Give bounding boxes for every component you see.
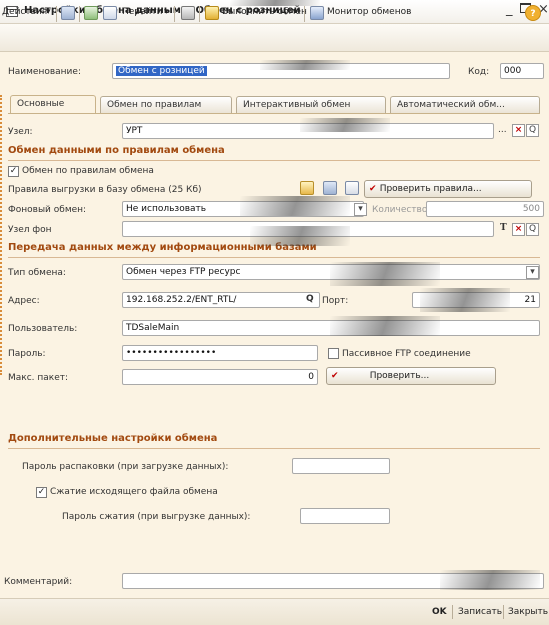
ok-button[interactable]: OK (432, 607, 447, 617)
tab-interactive-exchange[interactable]: Интерактивный обмен (236, 96, 386, 113)
actions-dropdown-icon[interactable]: ▾ (46, 7, 51, 17)
code-label: Код: (468, 67, 490, 77)
exchange-monitor-button[interactable]: Монитор обменов (327, 7, 411, 17)
count-field[interactable]: 500 (426, 201, 544, 217)
bg-node-open-icon[interactable]: Q (526, 223, 539, 236)
close-button[interactable]: Закрыть (508, 607, 548, 617)
footer-separator (503, 605, 504, 619)
execute-exchange-button[interactable]: Выполнить обмен (222, 7, 307, 17)
toolbar-separator (79, 6, 80, 22)
compress-checkbox-label: Сжатие исходящего файла обмена (50, 487, 218, 497)
rules-checkbox-label: Обмен по правилам обмена (22, 166, 154, 176)
password-label: Пароль: (8, 349, 46, 359)
artifact (330, 262, 440, 286)
document-icon[interactable] (103, 6, 117, 20)
footer-separator (452, 605, 453, 619)
artifact (240, 196, 350, 216)
node-select-button[interactable]: ... (498, 125, 507, 135)
tab-automatic-exchange[interactable]: Автоматический обм... (390, 96, 540, 113)
address-label: Адрес: (8, 296, 40, 306)
section-extra-divider (8, 448, 540, 449)
open-rules-icon[interactable] (300, 181, 314, 195)
actions-menu[interactable]: Действия (2, 7, 47, 17)
tab-main[interactable]: Основные (10, 95, 96, 114)
artifact (440, 570, 540, 590)
upload-rules-label: Правила выгрузки в базу обмена (25 Кб) (8, 185, 202, 195)
section-transfer-divider (8, 257, 540, 258)
refresh-icon[interactable] (84, 6, 98, 20)
name-value: Обмен с розницей (116, 66, 207, 76)
artifact (260, 60, 350, 70)
unpack-password-label: Пароль распаковки (при загрузке данных): (22, 462, 229, 472)
navigate-dropdown-icon[interactable]: ▾ (164, 7, 169, 17)
artifact (420, 288, 510, 312)
max-packet-field[interactable]: 0 (122, 369, 318, 385)
password-field[interactable]: ••••••••••••••••• (122, 345, 318, 361)
passive-ftp-checkbox[interactable] (328, 348, 339, 359)
check-connection-label: Проверить... (369, 371, 430, 381)
node-open-icon[interactable]: Q (526, 124, 539, 137)
exchange-type-dropdown-icon[interactable]: ▾ (526, 266, 539, 279)
check-connection-icon: ✔ (331, 371, 342, 381)
save-icon[interactable] (61, 6, 75, 20)
navigate-menu[interactable]: Перейти (122, 7, 163, 17)
code-field[interactable]: 000 (500, 63, 544, 79)
unpack-password-field[interactable] (292, 458, 390, 474)
toolbar (0, 24, 549, 52)
max-packet-label: Макс. пакет: (8, 373, 69, 383)
view-rules-icon[interactable] (345, 181, 359, 195)
artifact (250, 226, 350, 246)
port-label: Порт: (322, 296, 349, 306)
bg-node-clear-icon[interactable]: × (512, 223, 525, 236)
check-rules-icon: ✔ (369, 184, 380, 194)
monitor-icon[interactable] (310, 6, 324, 20)
user-label: Пользователь: (8, 324, 78, 334)
check-rules-button[interactable]: ✔ Проверить правила... (364, 180, 532, 198)
check-rules-label: Проверить правила... (379, 184, 482, 194)
address-search-icon[interactable]: Q (306, 294, 314, 304)
comment-label: Комментарий: (4, 577, 73, 587)
minimize-button[interactable]: _ (506, 2, 513, 17)
rules-checkbox[interactable]: ✓ (8, 166, 19, 177)
passive-ftp-label: Пассивное FTP соединение (342, 349, 471, 359)
section-extra-title: Дополнительные настройки обмена (8, 433, 218, 444)
address-field[interactable]: 192.168.252.2/ENT_RTL/ (122, 292, 320, 308)
toolbar-separator (304, 6, 305, 22)
artifact (330, 316, 440, 336)
toolbar-separator (56, 6, 57, 22)
compress-password-label: Пароль сжатия (при выгрузке данных): (62, 512, 251, 522)
count-label: Количество (372, 205, 428, 215)
execute-exchange-icon[interactable] (205, 6, 219, 20)
toolbar-separator (174, 6, 175, 22)
settings-window: Настройки обмена данными: Обмен с розниц… (0, 0, 549, 625)
artifact (230, 0, 320, 6)
toolbar-separator (199, 6, 200, 22)
artifact (300, 118, 390, 132)
bg-node-label: Узел фон (8, 225, 52, 235)
bg-node-type-icon[interactable]: T (500, 223, 507, 233)
exchange-type-label: Тип обмена: (8, 268, 66, 278)
background-exchange-label: Фоновый обмен: (8, 205, 87, 215)
grid-icon[interactable] (181, 6, 195, 20)
save-rules-icon[interactable] (323, 181, 337, 195)
background-dropdown-icon[interactable]: ▾ (354, 203, 367, 216)
tab-divider (8, 113, 540, 114)
left-accent-border (0, 95, 2, 375)
compress-password-field[interactable] (300, 508, 390, 524)
write-button[interactable]: Записать (458, 607, 502, 617)
check-connection-button[interactable]: ✔ Проверить... (326, 367, 496, 385)
node-clear-icon[interactable]: × (512, 124, 525, 137)
node-label: Узел: (8, 127, 33, 137)
compress-checkbox[interactable]: ✓ (36, 487, 47, 498)
tab-rules-exchange[interactable]: Обмен по правилам (100, 96, 232, 113)
help-icon[interactable]: ? (525, 5, 541, 21)
name-label: Наименование: (8, 67, 81, 77)
section-rules-divider (8, 160, 540, 161)
section-rules-title: Обмен данными по правилам обмена (8, 145, 225, 156)
